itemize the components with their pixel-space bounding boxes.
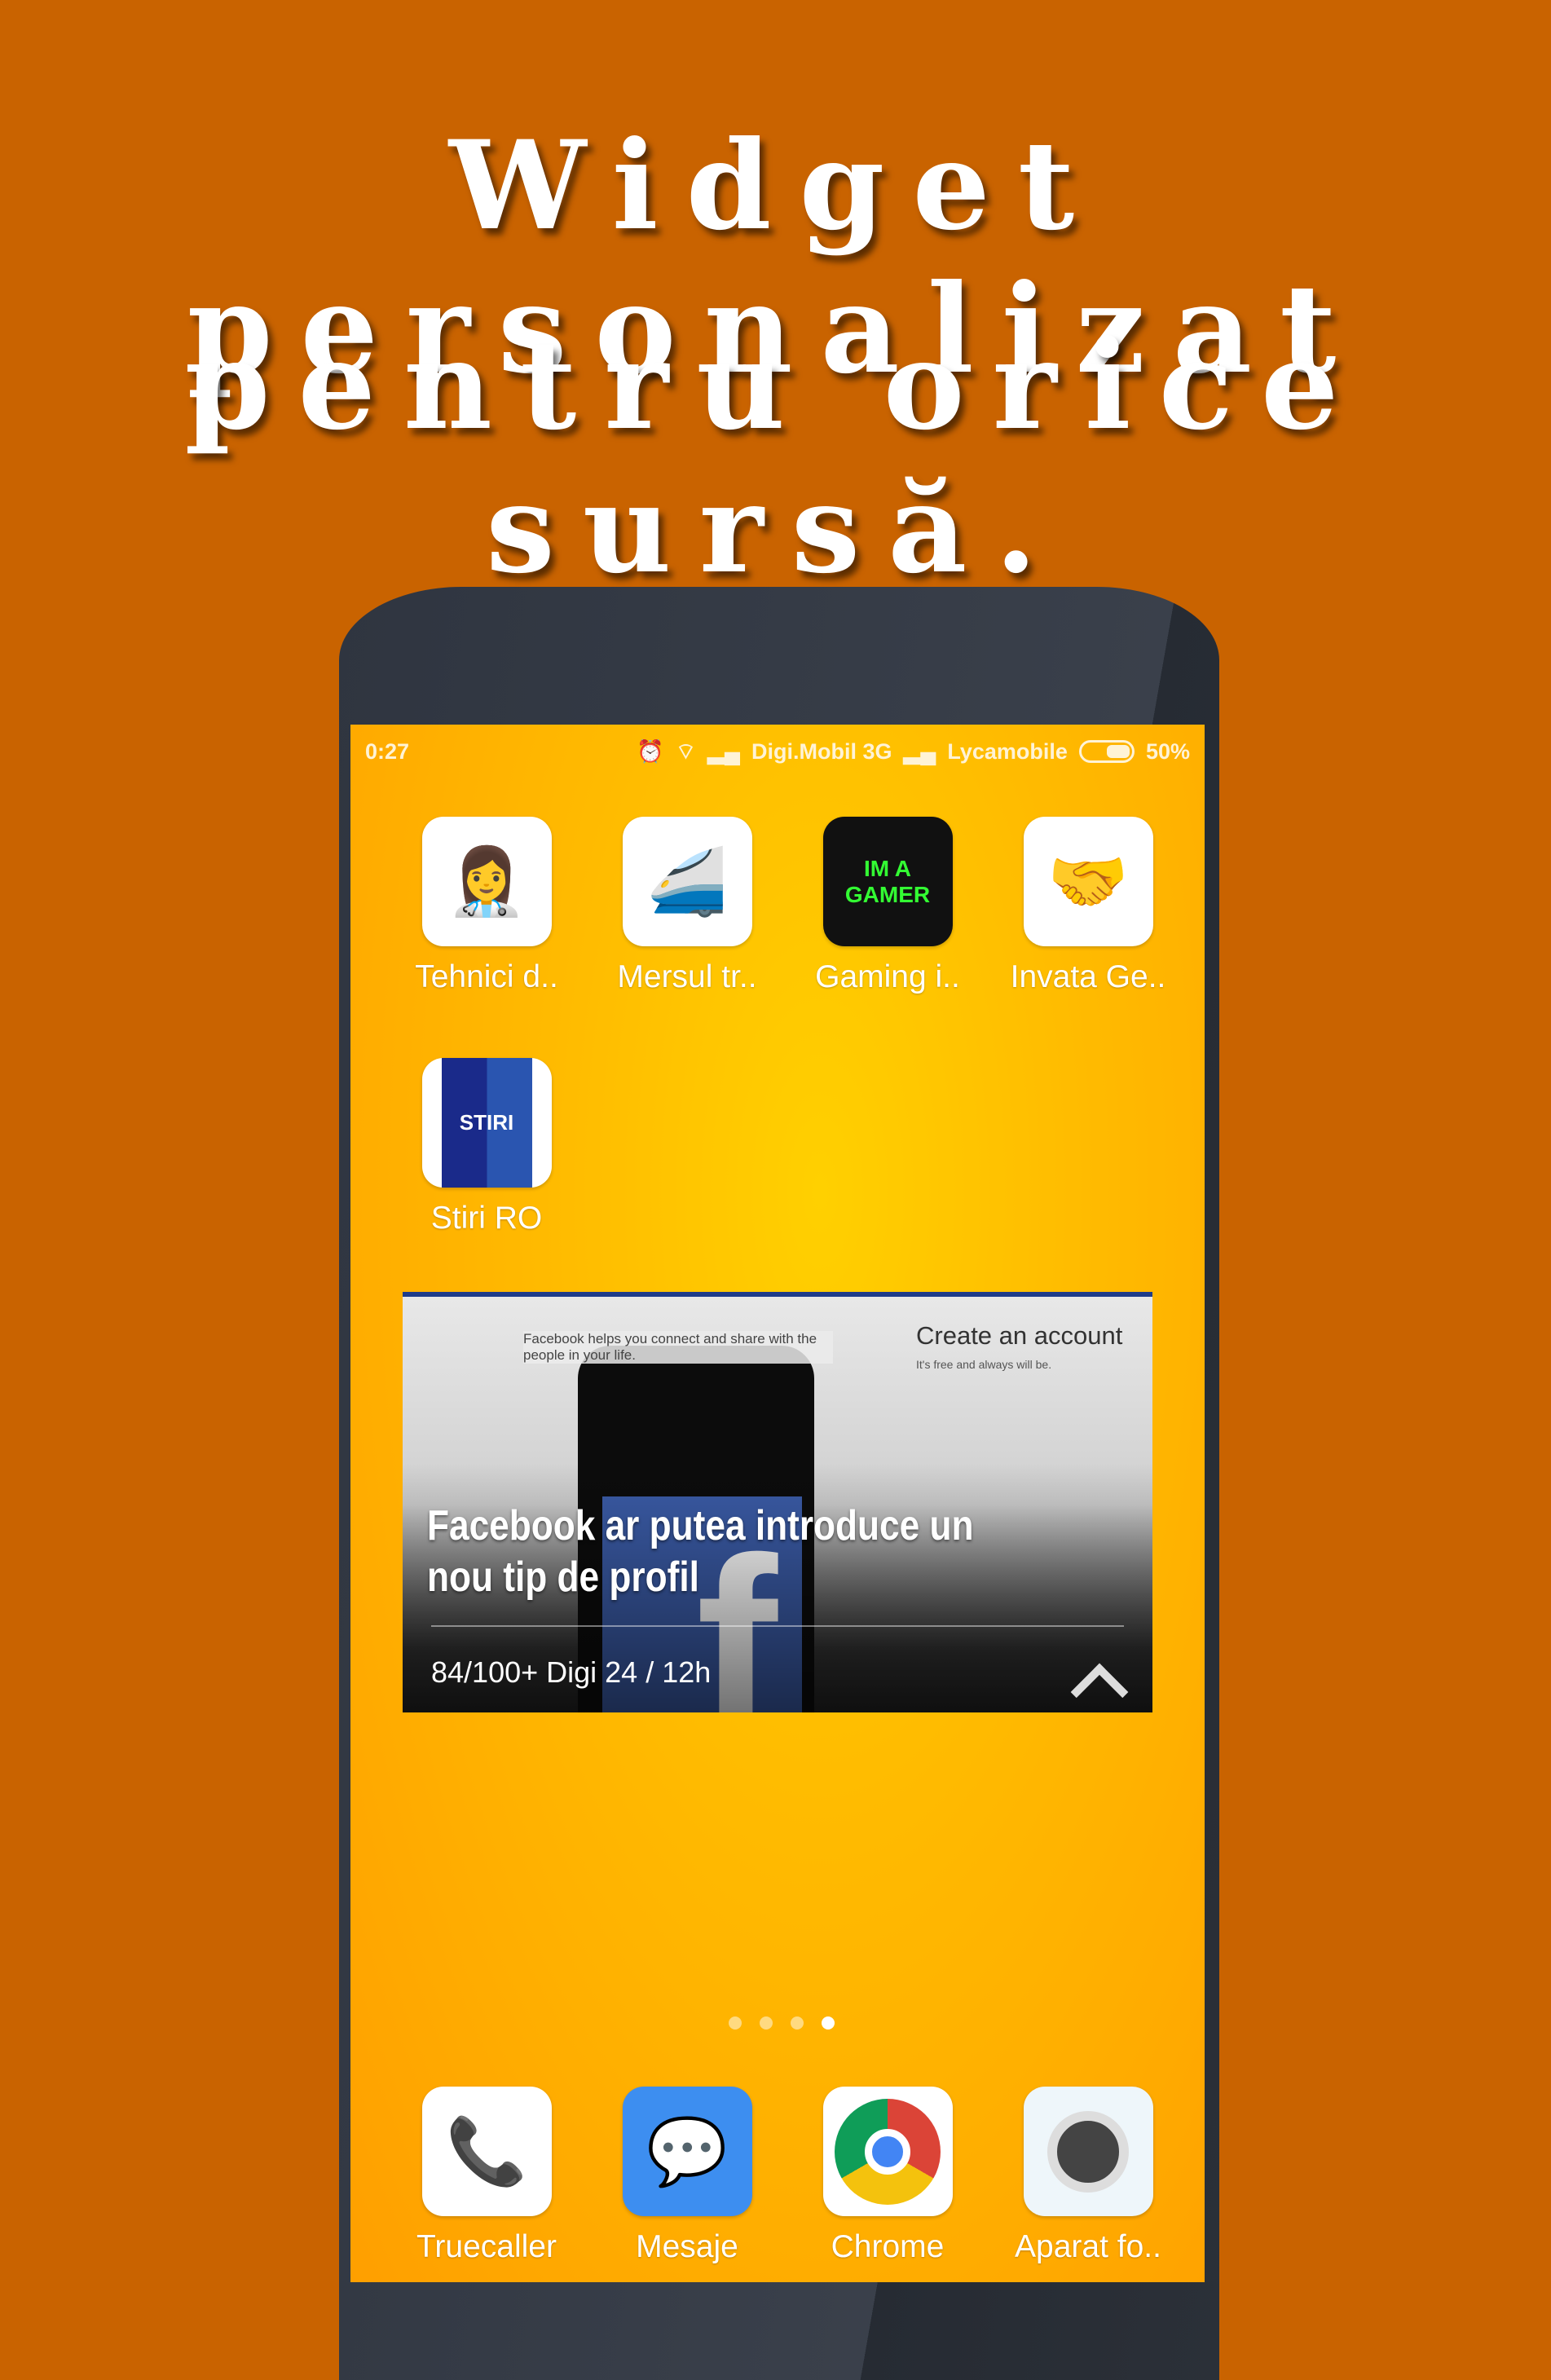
app-label: Tehnici d.. <box>415 959 558 994</box>
stiri-icon: STIRI <box>421 1058 552 1188</box>
news-title[interactable]: Facebook ar putea introduce un nou tip d… <box>427 1501 1016 1603</box>
alarm-icon: ⏰ <box>637 739 664 764</box>
handshake-flags-icon: 🤝 <box>1023 817 1153 946</box>
app-label: Truecaller <box>416 2229 557 2264</box>
page-indicator <box>729 2016 835 2030</box>
gamer-icon: IM A GAMER <box>822 817 953 946</box>
page-dot[interactable] <box>791 2016 804 2030</box>
app-mersul[interactable]: 🚄 Mersul tr.. <box>593 817 781 995</box>
page-dot[interactable] <box>760 2016 773 2030</box>
app-label: Mersul tr.. <box>617 959 757 994</box>
message-icon: 💬 <box>622 2087 752 2216</box>
app-tehnici[interactable]: 👩‍⚕️ Tehnici d.. <box>393 817 580 995</box>
battery-percent: 50% <box>1145 738 1190 764</box>
app-gaming[interactable]: IM A GAMER Gaming i.. <box>794 817 981 995</box>
app-label: Gaming i.. <box>815 959 960 994</box>
phone-icon: 📞 <box>421 2087 552 2216</box>
app-label: Invata Ge.. <box>1010 959 1166 994</box>
train-icon: 🚄 <box>622 817 752 946</box>
signal-icon: ▂▄ <box>707 738 740 764</box>
app-label: Chrome <box>831 2229 945 2264</box>
app-label: Stiri RO <box>430 1201 543 1236</box>
wifi-icon: ⌔ <box>675 739 697 764</box>
headline-line2: pentru orice sursă. <box>184 314 1367 601</box>
dock-mesaje[interactable]: 💬 Mesaje <box>593 2087 781 2265</box>
carrier-1: Digi.Mobil 3G <box>751 738 892 764</box>
dock-camera[interactable]: Aparat fo.. <box>994 2087 1182 2265</box>
page-dot-active[interactable] <box>822 2016 835 2030</box>
divider <box>431 1625 1124 1627</box>
news-widget[interactable]: f Facebook helps you connect and share w… <box>403 1292 1152 1712</box>
image-text: It's free and always will be. <box>916 1358 1052 1371</box>
app-stiri[interactable]: STIRI Stiri RO <box>393 1058 580 1236</box>
status-time: 0:27 <box>365 738 410 764</box>
chevron-up-icon[interactable] <box>1070 1663 1129 1712</box>
dock-chrome[interactable]: Chrome <box>794 2087 981 2265</box>
page-dot[interactable] <box>729 2016 742 2030</box>
chrome-icon <box>822 2087 953 2216</box>
app-label: Mesaje <box>636 2229 738 2264</box>
status-bar: 0:27 ⏰ ⌔ ▂▄ Digi.Mobil 3G ▂▄ Lycamobile … <box>350 725 1205 778</box>
home-screen: 0:27 ⏰ ⌔ ▂▄ Digi.Mobil 3G ▂▄ Lycamobile … <box>350 725 1205 2282</box>
nurse-icon: 👩‍⚕️ <box>421 817 552 946</box>
image-text: Facebook helps you connect and share wit… <box>523 1331 833 1364</box>
app-invata[interactable]: 🤝 Invata Ge.. <box>994 817 1182 995</box>
dock-truecaller[interactable]: 📞 Truecaller <box>393 2087 580 2265</box>
camera-icon <box>1023 2087 1153 2216</box>
carrier-2: Lycamobile <box>947 738 1068 764</box>
battery-icon <box>1078 740 1135 763</box>
signal-icon: ▂▄ <box>903 738 936 764</box>
news-meta: 84/100+ Digi 24 / 12h <box>431 1655 712 1689</box>
app-label: Aparat fo.. <box>1015 2229 1161 2264</box>
image-text: Create an account <box>916 1321 1123 1350</box>
